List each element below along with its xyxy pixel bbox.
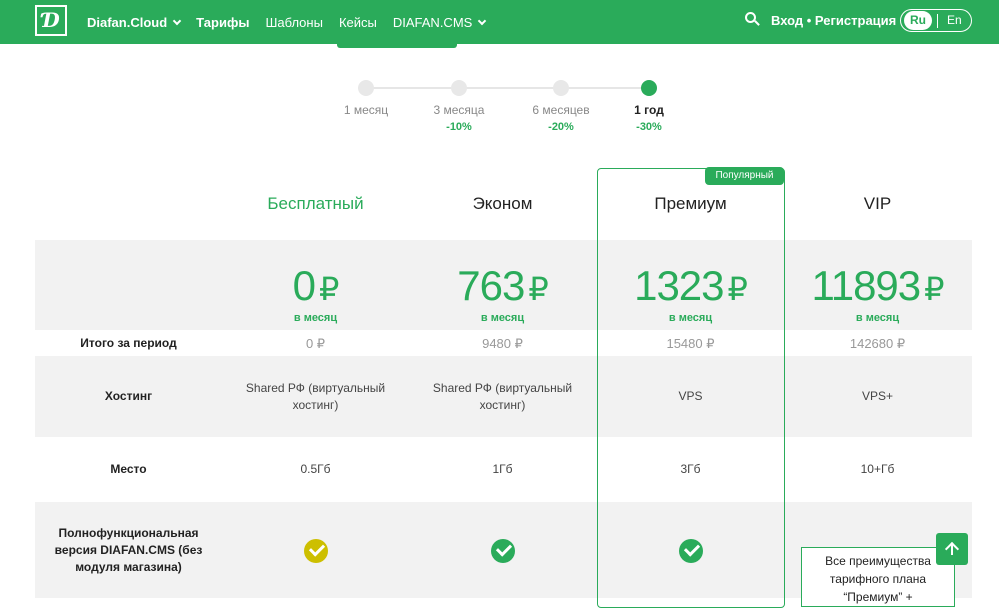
period-discount-6m: -20% (548, 121, 574, 133)
plan-name-free: Бесплатный (267, 194, 364, 213)
period-label-1m[interactable]: 1 месяц (316, 103, 416, 117)
row-label-total: Итого за период (80, 336, 177, 350)
per-month-econom: в месяц (480, 312, 525, 324)
row-label-space: Место (110, 462, 147, 476)
decorative-tab (337, 44, 457, 48)
chevron-down-icon (172, 16, 182, 25)
price-premium: 1323 ₽ (634, 262, 748, 309)
price-vip: 11893 ₽ (811, 262, 944, 309)
period-dot-3m[interactable] (451, 80, 467, 96)
row-label-feature: Полнофункциональная версия DIAFAN.CMS (б… (54, 526, 203, 574)
period-discount-3m: -10% (446, 121, 472, 133)
popular-badge: Популярный (705, 167, 784, 185)
period-dot-1y[interactable] (641, 80, 657, 96)
vip-feature-box: Все преимущества тарифного плана “Премиу… (801, 547, 955, 607)
total-free: 0 ₽ (305, 336, 326, 351)
main-nav: Diafan.Cloud Тарифы Шаблоны Кейсы DIAFAN… (87, 0, 501, 44)
period-dot-1m[interactable] (358, 80, 374, 96)
nav-cases[interactable]: Кейсы (339, 15, 377, 30)
plan-name-vip: VIP (863, 194, 892, 213)
check-icon (491, 539, 515, 563)
scroll-to-top-button[interactable] (936, 533, 968, 565)
login-register-link[interactable]: Вход • Регистрация (771, 13, 896, 28)
check-icon-yellow (304, 539, 328, 563)
lang-en[interactable]: En (947, 13, 962, 27)
price-econom: 763 ₽ (457, 262, 548, 309)
plan-name-premium: Премиум (654, 194, 727, 213)
hosting-premium: VPS (678, 389, 703, 403)
total-premium: 15480 ₽ (666, 336, 715, 351)
hosting-free: Shared РФ (виртуальный хостинг) (245, 381, 386, 412)
nav-templates[interactable]: Шаблоны (265, 15, 323, 30)
total-vip: 142680 ₽ (849, 336, 906, 351)
check-icon (679, 539, 703, 563)
space-free: 0.5Гб (300, 462, 331, 476)
chevron-down-icon (478, 16, 487, 25)
space-econom: 1Гб (492, 462, 513, 476)
nav-tariffs[interactable]: Тарифы (196, 15, 249, 30)
total-econom: 9480 ₽ (482, 336, 523, 351)
language-switcher: Ru En (900, 9, 972, 32)
lang-ru[interactable]: Ru (904, 11, 932, 30)
plan-name-econom: Эконом (472, 194, 533, 213)
period-dot-6m[interactable] (553, 80, 569, 96)
period-label-1y[interactable]: 1 год (599, 103, 699, 117)
hosting-econom: Shared РФ (виртуальный хостинг) (432, 381, 573, 412)
per-month-free: в месяц (293, 312, 338, 324)
divider (937, 14, 938, 28)
per-month-premium: в месяц (668, 312, 713, 324)
logo[interactable]: Ɗ (35, 5, 67, 36)
space-premium: 3Гб (680, 462, 701, 476)
search-icon[interactable] (745, 12, 760, 27)
period-label-3m[interactable]: 3 месяца (409, 103, 509, 117)
period-label-6m[interactable]: 6 месяцев (511, 103, 611, 117)
per-month-vip: в месяц (855, 312, 900, 324)
nav-diafan-cms[interactable]: DIAFAN.CMS (393, 15, 487, 30)
price-free: 0 ₽ (292, 262, 340, 309)
period-discount-1y: -30% (636, 121, 662, 133)
row-label-hosting: Хостинг (104, 389, 153, 403)
space-vip: 10+Гб (860, 462, 895, 476)
top-navbar: Ɗ Diafan.Cloud Тарифы Шаблоны Кейсы DIAF… (0, 0, 999, 44)
period-track (366, 87, 649, 89)
nav-diafan-cloud[interactable]: Diafan.Cloud (87, 15, 182, 30)
hosting-vip: VPS+ (861, 389, 894, 403)
